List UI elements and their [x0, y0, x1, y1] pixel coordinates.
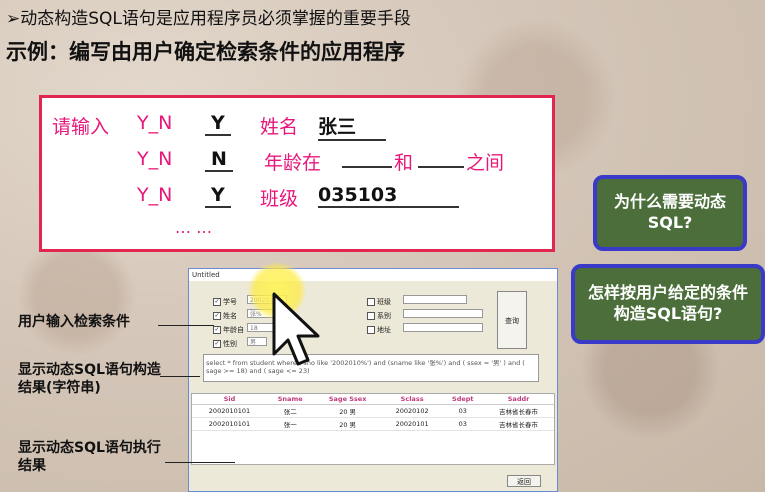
table-cell: 张二 — [266, 404, 314, 418]
field-label: 班级 — [260, 188, 299, 210]
age-from-blank[interactable] — [342, 166, 392, 168]
table-cell: 20 男 — [313, 417, 382, 431]
column-header[interactable]: Saddr — [483, 394, 554, 405]
column-header[interactable]: Sdept — [442, 394, 484, 405]
table-cell: 2002010101 — [192, 404, 267, 418]
connector-line — [165, 462, 235, 463]
field-value[interactable]: 张三 — [318, 112, 387, 141]
label-user-input: 用户输入检索条件 — [18, 314, 130, 330]
yn-answer[interactable]: N — [205, 148, 233, 172]
yn-label: Y_N — [137, 112, 173, 134]
example-input-box: 请输入 Y_N Y 姓名 张三 Y_N N 年龄在 和 之间 Y_N Y 班级 … — [39, 95, 555, 252]
question-how-construct-sql: 怎样按用户给定的条件构造SQL语句? — [571, 264, 765, 344]
yn-label: Y_N — [137, 148, 173, 170]
column-header[interactable]: Sage Ssex — [313, 394, 382, 405]
checkbox-dept[interactable]: 系别 — [367, 311, 391, 321]
checkbox-ssex[interactable]: ✓ 性别 — [213, 339, 237, 349]
app-window: Untitled ✓ 学号 2002010 ✓ 姓名 张% ✓ 年龄自 18 ✓… — [188, 268, 558, 492]
yn-label: Y_N — [137, 184, 173, 206]
dept-input[interactable] — [403, 309, 483, 318]
result-grid: Sid Sname Sage Ssex Sclass Sdept Saddr 2… — [191, 393, 555, 465]
table-cell: 张一 — [266, 417, 314, 431]
table-cell: 20020102 — [381, 404, 443, 418]
grid-header-row: Sid Sname Sage Ssex Sclass Sdept Saddr — [192, 394, 554, 405]
column-header[interactable]: Sclass — [381, 394, 443, 405]
age-to-blank[interactable] — [418, 166, 464, 168]
return-button[interactable]: 返回 — [507, 475, 541, 487]
table-row[interactable]: 2002010101 张二 20 男 20020102 03 吉林省长春市 — [192, 404, 554, 418]
window-title: Untitled — [189, 269, 557, 281]
table-cell: 20020101 — [381, 417, 443, 431]
addr-input[interactable] — [403, 323, 483, 332]
field-label: 年龄在 — [264, 152, 322, 174]
table-cell: 吉林省长春市 — [483, 417, 554, 431]
checkbox-class[interactable]: 班级 — [367, 297, 391, 307]
query-button[interactable]: 查询 — [497, 291, 527, 349]
column-header[interactable]: Sname — [266, 394, 314, 405]
column-header[interactable]: Sid — [192, 394, 267, 405]
connector-line — [158, 325, 214, 326]
page-title: 示例：编写由用户确定检索条件的应用程序 — [6, 40, 405, 64]
ssex-input[interactable]: 男 — [247, 337, 267, 346]
table-cell: 03 — [442, 417, 484, 431]
label-sql-construct: 显示动态SQL语句构造结果(字符串) — [18, 362, 161, 396]
ellipsis: … … — [175, 218, 213, 237]
question-why-dynamic-sql: 为什么需要动态SQL? — [593, 175, 747, 251]
mouse-pointer-icon — [272, 292, 320, 366]
table-cell: 2002010101 — [192, 417, 267, 431]
table-row[interactable]: 2002010101 张一 20 男 20020101 03 吉林省长春市 — [192, 417, 554, 431]
table-cell: 03 — [442, 404, 484, 418]
prompt-label: 请输入 — [52, 116, 110, 138]
checkbox-addr[interactable]: 地址 — [367, 325, 391, 335]
table-cell: 吉林省长春市 — [483, 404, 554, 418]
checkbox-sno[interactable]: ✓ 学号 — [213, 297, 237, 307]
table-cell: 20 男 — [313, 404, 382, 418]
yn-answer[interactable]: Y — [205, 184, 231, 208]
checkbox-sname[interactable]: ✓ 姓名 — [213, 311, 237, 321]
field-label: 姓名 — [260, 116, 299, 138]
class-input[interactable] — [403, 295, 467, 304]
headline: ➢动态构造SQL语句是应用程序员必须掌握的重要手段 — [6, 9, 411, 29]
label-sql-exec: 显示动态SQL语句执行结果 — [18, 440, 161, 474]
between-label: 和 — [394, 152, 414, 174]
checkbox-age[interactable]: ✓ 年龄自 — [213, 325, 244, 335]
sql-output: select * from student where ( sno like '… — [203, 354, 539, 382]
tail-label: 之间 — [466, 152, 505, 174]
field-value[interactable]: 035103 — [318, 184, 460, 208]
connector-line — [160, 376, 200, 377]
yn-answer[interactable]: Y — [205, 112, 231, 136]
